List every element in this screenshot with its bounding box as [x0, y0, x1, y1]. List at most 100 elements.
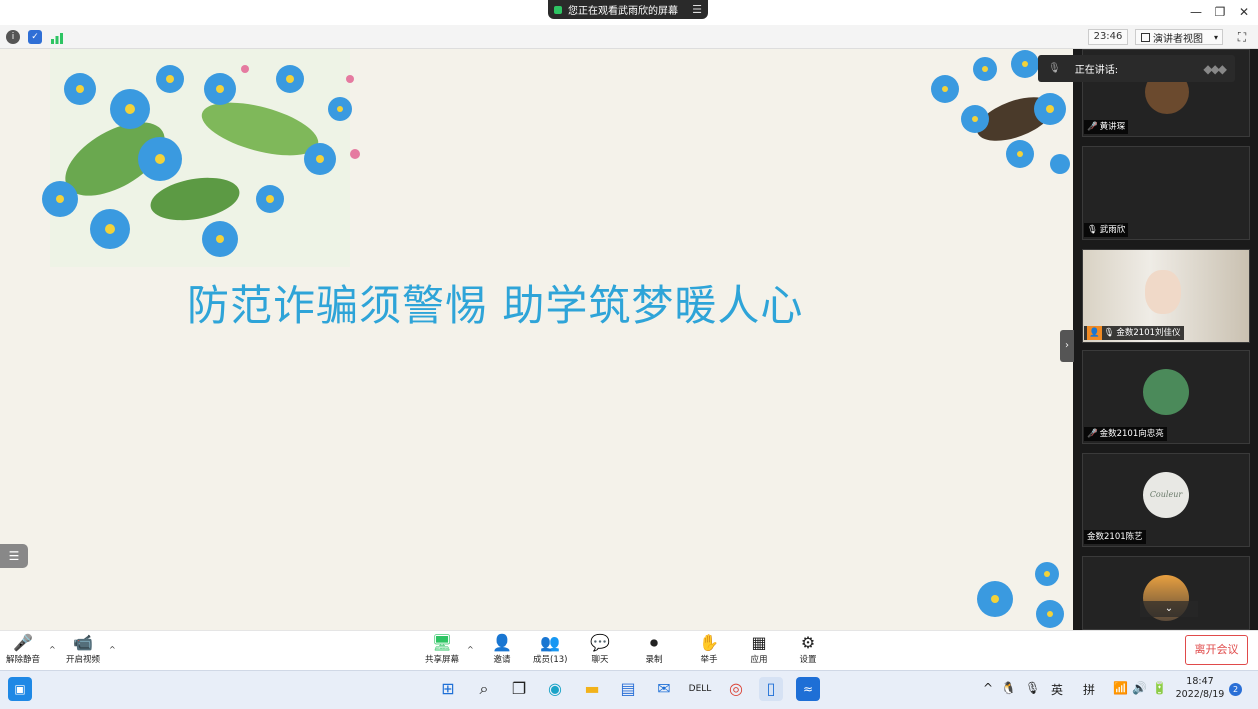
folder-icon[interactable]: ▬ — [580, 677, 604, 701]
mic-muted-icon: 🎤̸ — [1087, 429, 1098, 439]
chrome-icon[interactable]: ◎ — [724, 677, 748, 701]
unmute-button[interactable]: 🎤 解除静音 — [6, 633, 40, 665]
tray-caret[interactable]: ^ — [983, 681, 993, 695]
raise-hand-button[interactable]: ✋ 举手 — [698, 633, 720, 665]
meeting-app-icon[interactable]: ▯ — [759, 677, 783, 701]
view-mode-button[interactable]: 演讲者视图 ▾ — [1135, 29, 1223, 45]
users-icon: 👥 — [540, 633, 561, 652]
fullscreen-icon[interactable]: ⛶ — [1234, 29, 1250, 45]
notification-badge[interactable]: 2 — [1229, 683, 1242, 696]
gear-icon: ⚙ — [800, 633, 816, 652]
mic-icon: 🎙 — [1103, 328, 1115, 338]
mic-muted-icon: 🎤̸ — [1087, 122, 1098, 132]
volume-icon[interactable]: 🔊 — [1132, 681, 1147, 695]
meeting-controls — [0, 630, 1258, 670]
task-view-icon[interactable]: ❐ — [507, 677, 531, 701]
app-icon[interactable]: ≈ — [796, 677, 820, 701]
participant-label: 👤 🎙 金数2101刘佳仪 — [1084, 326, 1184, 340]
taskbar-clock[interactable]: 18:47 2022/8/19 — [1175, 675, 1225, 701]
close-button[interactable]: ✕ — [1234, 3, 1254, 21]
host-icon: 👤 — [1087, 326, 1102, 340]
participant-name: 武雨欣 — [1099, 225, 1126, 235]
unmute-label: 解除静音 — [6, 655, 41, 665]
share-screen-label: 共享屏幕 — [425, 655, 460, 665]
participant-name: 金数2101刘佳仪 — [1116, 328, 1181, 338]
participant-name: 金数2101向忠亮 — [1099, 429, 1164, 439]
flower-decoration-icon — [42, 49, 360, 267]
start-video-label: 开启视频 — [66, 655, 101, 665]
slide-title: 防范诈骗须警惕 助学筑梦暖人心 — [187, 281, 804, 330]
store-icon[interactable]: ▤ — [616, 677, 640, 701]
screen-share-banner[interactable]: 您正在观看武雨欣的屏幕 ☰ — [548, 0, 708, 19]
invite-button[interactable]: 👤 邀请 — [491, 633, 513, 665]
participant-tile[interactable]: Couleur 金数2101陈艺 — [1082, 453, 1250, 547]
participant-tile[interactable]: 🎙 武雨欣 — [1082, 146, 1250, 240]
share-screen-button[interactable]: 🖥 共享屏幕 — [425, 633, 459, 665]
raise-hand-label: 举手 — [700, 655, 718, 665]
meeting-timer: 23:46 — [1088, 29, 1128, 45]
settings-label: 设置 — [799, 655, 817, 665]
share-screen-icon: 🖥 — [431, 633, 453, 652]
widgets-icon[interactable]: ▣ — [8, 677, 32, 701]
chat-label: 聊天 — [591, 655, 609, 665]
participants-label: 成员(13) — [533, 655, 568, 665]
list-icon[interactable]: ☰ — [0, 544, 28, 568]
shield-icon[interactable]: ✓ — [28, 30, 42, 44]
ime-mode[interactable]: 拼 — [1083, 681, 1095, 698]
dell-icon[interactable]: DELL — [688, 677, 712, 701]
signal-icon[interactable] — [50, 30, 64, 44]
start-video-button[interactable]: 📹 开启视频 — [66, 633, 100, 665]
apps-label: 应用 — [750, 655, 768, 665]
participant-tile[interactable]: 👤 🎙 金数2101刘佳仪 — [1082, 249, 1250, 343]
share-options-caret[interactable]: ^ — [467, 645, 474, 654]
restore-button[interactable]: ❐ — [1210, 3, 1230, 21]
mic-icon[interactable]: 🎙 — [1025, 681, 1040, 695]
participant-name: 金数2101陈艺 — [1087, 532, 1143, 542]
menu-lines-icon[interactable]: ☰ — [692, 3, 702, 16]
search-icon[interactable]: ⌕ — [472, 677, 496, 701]
record-button[interactable]: ⏺ 录制 — [643, 633, 665, 665]
add-user-icon: 👤 — [492, 633, 512, 652]
mic-icon: 🎙 — [1087, 225, 1098, 235]
ime-language[interactable]: 英 — [1051, 681, 1063, 698]
view-mode-label: 演讲者视图 — [1153, 33, 1203, 45]
chat-icon: 💬 — [590, 633, 610, 652]
participants-button[interactable]: 👥 成员(13) — [533, 633, 567, 665]
collapse-panel-button[interactable]: › — [1060, 330, 1074, 362]
participant-label: 🎙 武雨欣 — [1084, 223, 1129, 237]
edge-icon[interactable]: ◉ — [543, 677, 567, 701]
chat-button[interactable]: 💬 聊天 — [589, 633, 611, 665]
scroll-down-button[interactable]: ⌄ — [1140, 601, 1198, 617]
participant-tile[interactable]: 🎤̸ 金数2101向忠亮 — [1082, 350, 1250, 444]
tray-app-icon[interactable]: 🐧 — [1001, 681, 1016, 695]
wifi-icon[interactable]: 📶 — [1113, 681, 1128, 695]
record-icon: ⏺ — [649, 633, 658, 652]
video-options-caret[interactable]: ^ — [109, 645, 116, 654]
video-person — [1145, 270, 1181, 314]
mail-icon[interactable]: ✉ — [652, 677, 676, 701]
settings-button[interactable]: ⚙ 设置 — [797, 633, 819, 665]
audio-options-caret[interactable]: ^ — [49, 645, 56, 654]
hand-icon: ✋ — [699, 633, 719, 652]
leave-meeting-button[interactable]: 离开会议 — [1185, 635, 1248, 665]
apps-grid-icon: ▦ — [751, 633, 767, 652]
speaking-label: 正在讲话: — [1074, 65, 1119, 76]
participant-name: 黄讲琛 — [1099, 122, 1126, 132]
grid-icon — [1141, 32, 1150, 42]
speaking-indicator: 🎙 正在讲话: ◆◆◆ — [1038, 55, 1235, 82]
meeting-info-bar — [0, 25, 1258, 49]
taskbar-date: 2022/8/19 — [1175, 689, 1225, 700]
start-icon[interactable]: ⊞ — [436, 677, 460, 701]
participant-tile[interactable] — [1082, 556, 1250, 630]
avatar — [1143, 369, 1189, 415]
minimize-button[interactable]: — — [1186, 3, 1206, 21]
participant-label: 🎤̸ 金数2101向忠亮 — [1084, 427, 1167, 441]
info-icon[interactable]: i — [6, 30, 20, 44]
flower-decoration-icon — [977, 562, 1064, 628]
apps-button[interactable]: ▦ 应用 — [748, 633, 770, 665]
battery-icon[interactable]: 🔋 — [1152, 681, 1167, 695]
sharing-indicator-icon — [554, 5, 562, 14]
mic-muted-icon: 🎙 — [1048, 63, 1061, 74]
share-banner-text: 您正在观看武雨欣的屏幕 — [568, 6, 678, 17]
record-label: 录制 — [645, 655, 663, 665]
